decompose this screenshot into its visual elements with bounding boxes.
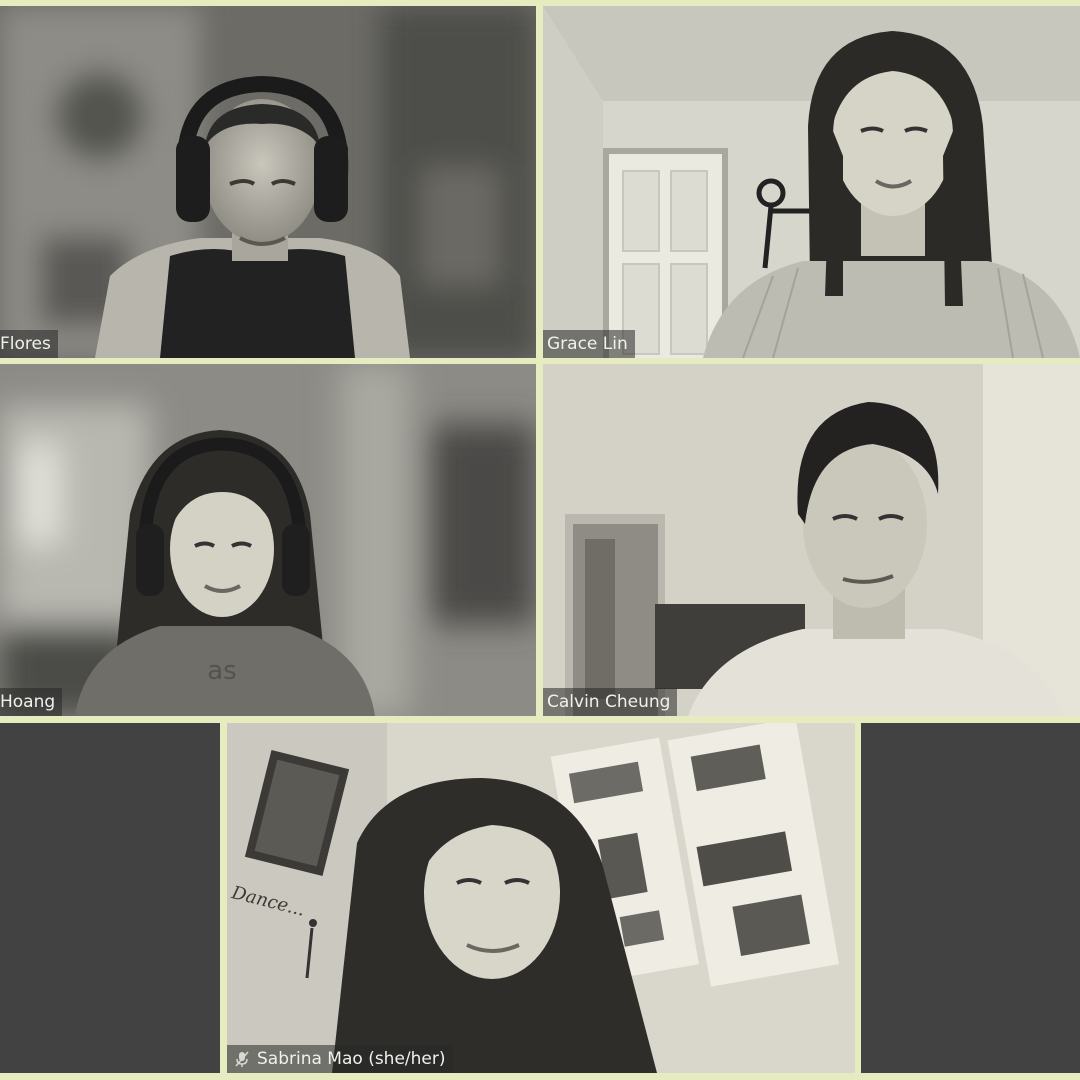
participant-name: Grace Lin bbox=[547, 334, 628, 354]
video-gallery: Flores Grace Lin as Hoang Calvin Cheung … bbox=[0, 0, 1080, 1080]
empty-slot-left bbox=[0, 723, 220, 1073]
participant-name: Hoang bbox=[0, 692, 56, 712]
participant-name: Sabrina Mao (she/her) bbox=[257, 1049, 446, 1069]
participant-name: Flores bbox=[0, 334, 51, 354]
video-feed-flores bbox=[0, 6, 536, 358]
participant-name-label: Hoang bbox=[0, 688, 63, 716]
video-feed-sabrina-mao bbox=[227, 723, 855, 1073]
svg-text:as: as bbox=[207, 656, 236, 686]
video-tile-grace-lin[interactable]: Grace Lin bbox=[543, 6, 1080, 358]
video-tile-calvin-cheung[interactable]: Calvin Cheung bbox=[543, 364, 1080, 716]
video-tile-flores[interactable]: Flores bbox=[0, 6, 536, 358]
participant-name-label: Sabrina Mao (she/her) bbox=[227, 1045, 453, 1073]
empty-slot-right bbox=[861, 723, 1080, 1073]
participant-name-label: Grace Lin bbox=[543, 330, 635, 358]
participant-name: Calvin Cheung bbox=[547, 692, 671, 712]
microphone-muted-icon bbox=[235, 1051, 249, 1067]
video-feed-grace-lin bbox=[543, 6, 1080, 358]
video-tile-sabrina-mao[interactable]: Dance... Sabrina Mao (she/her) bbox=[227, 723, 855, 1073]
video-tile-hoang[interactable]: as Hoang bbox=[0, 364, 536, 716]
video-feed-hoang: as bbox=[0, 364, 536, 716]
participant-name-label: Calvin Cheung bbox=[543, 688, 678, 716]
participant-name-label: Flores bbox=[0, 330, 58, 358]
video-feed-calvin-cheung bbox=[543, 364, 1080, 716]
